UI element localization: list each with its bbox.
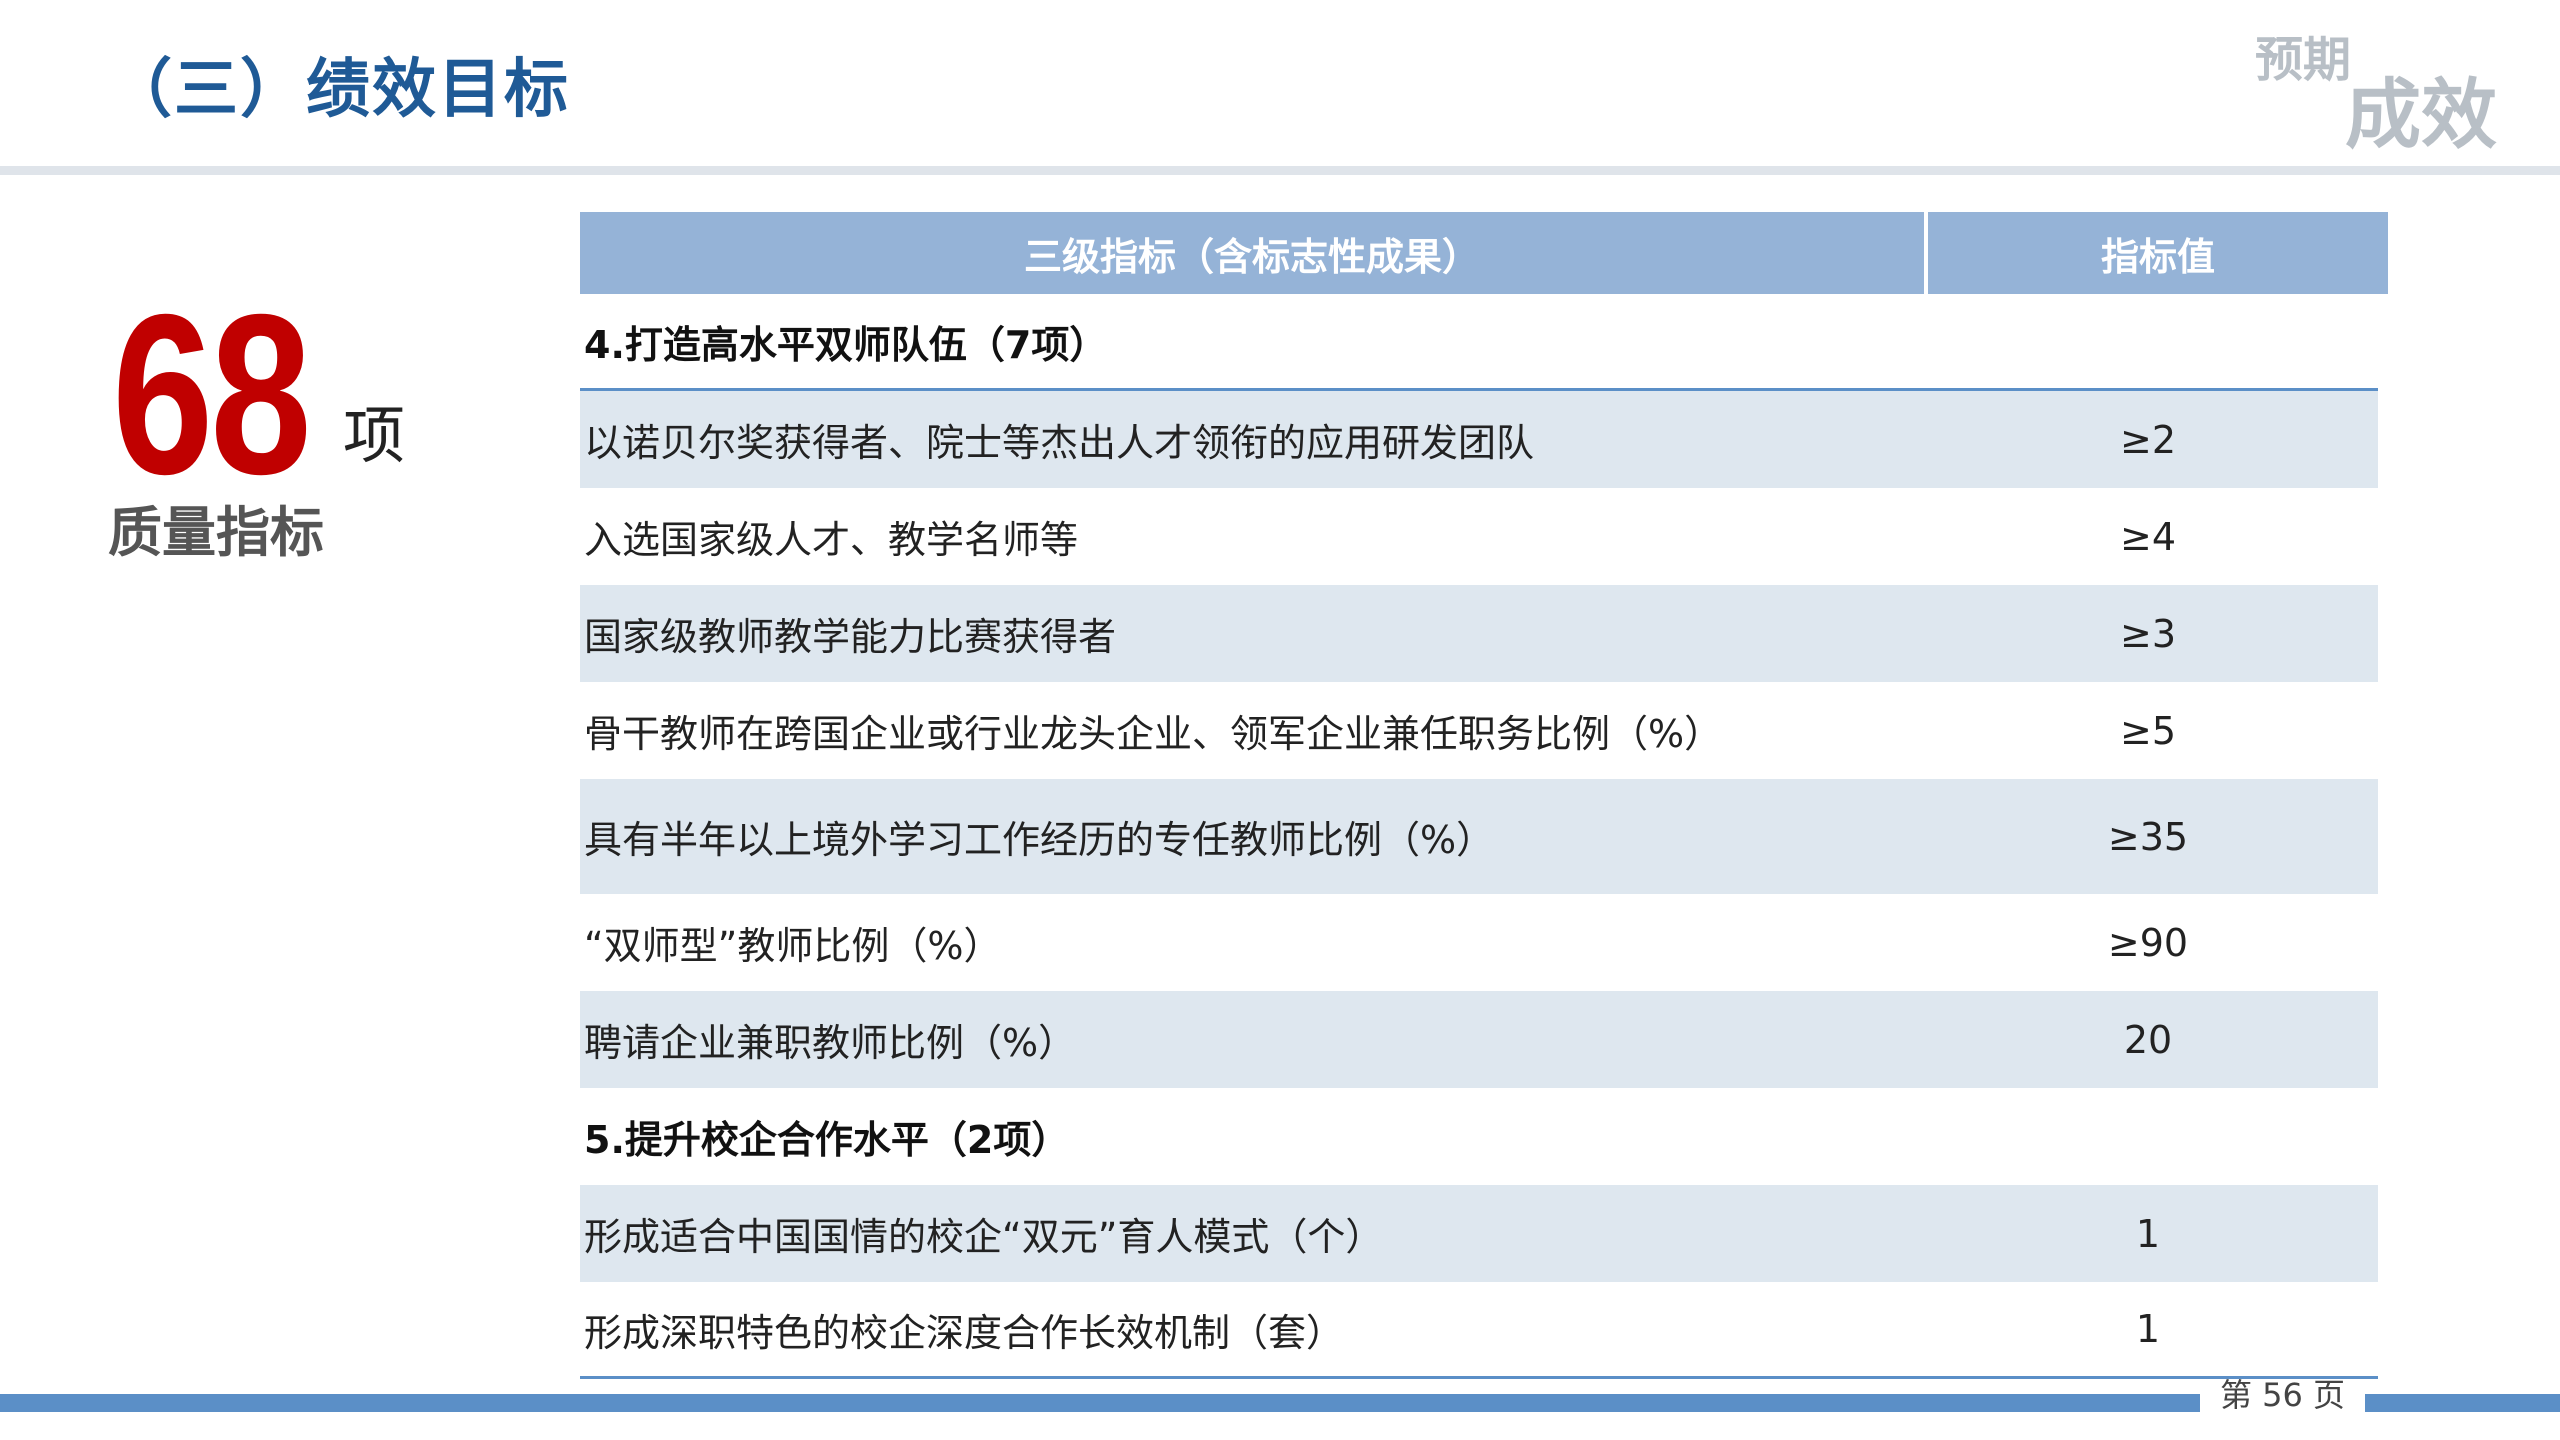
section-label: 5.提升校企合作水平（2项） [584,1118,1070,1162]
footer-bar [2365,1394,2560,1412]
table-row: 国家级教师教学能力比赛获得者 ≥3 [580,585,2378,682]
table-row: 具有半年以上境外学习工作经历的专任教师比例（%） ≥35 [580,779,2378,894]
title-divider [0,166,2560,175]
table-row: 以诺贝尔奖获得者、院士等杰出人才领衔的应用研发团队 ≥2 [580,391,2378,488]
row-value: 20 [2123,1017,2173,1062]
table-row: 形成深职特色的校企深度合作长效机制（套） 1 [580,1282,2378,1379]
row-value: ≥2 [2119,417,2177,462]
row-label: 形成适合中国国情的校企“双元”育人模式（个） [584,1215,1384,1259]
section-label: 4.打造高水平双师队伍（7项） [584,322,1108,367]
corner-label-small: 预期 [2255,32,2352,88]
table-row: 形成适合中国国情的校企“双元”育人模式（个） 1 [580,1185,2378,1282]
row-label: “双师型”教师比例（%） [584,924,1002,968]
row-value: 1 [2135,1307,2161,1351]
row-label: 骨干教师在跨国企业或行业龙头企业、领军企业兼任职务比例（%） [584,712,1723,756]
column-header-value: 指标值 [1928,212,2388,294]
row-label: 以诺贝尔奖获得者、院士等杰出人才领衔的应用研发团队 [584,421,1535,465]
row-value: ≥35 [2107,814,2189,859]
summary-unit: 项 [343,399,406,472]
table-header: 三级指标（含标志性成果） 指标值 [580,212,2388,294]
footer-bar [0,1394,2200,1412]
table-row: 骨干教师在跨国企业或行业龙头企业、领军企业兼任职务比例（%） ≥5 [580,682,2378,779]
row-label: 具有半年以上境外学习工作经历的专任教师比例（%） [584,818,1495,862]
row-label: 国家级教师教学能力比赛获得者 [584,615,1117,659]
column-header-indicator: 三级指标（含标志性成果） [580,212,1924,294]
row-label: 聘请企业兼职教师比例（%） [584,1021,1077,1065]
section-row: 5.提升校企合作水平（2项） [580,1088,2378,1185]
section-row: 4.打造高水平双师队伍（7项） [580,294,2378,391]
table-row: “双师型”教师比例（%） ≥90 [580,894,2378,991]
table-row: 聘请企业兼职教师比例（%） 20 [580,991,2378,1088]
summary-caption: 质量指标 [108,501,324,564]
page-number: 第 56 页 [2219,1376,2346,1414]
table-body: 4.打造高水平双师队伍（7项） 以诺贝尔奖获得者、院士等杰出人才领衔的应用研发团… [580,294,2378,1379]
corner-label-big: 成效 [2345,70,2497,159]
table-row: 入选国家级人才、教学名师等 ≥4 [580,488,2378,585]
row-value: ≥3 [2119,611,2177,656]
row-value: ≥4 [2119,514,2177,559]
page-title: （三）绩效目标 [108,53,570,127]
row-label: 入选国家级人才、教学名师等 [584,518,1079,562]
summary-number: 68 [112,268,312,522]
row-value: ≥5 [2119,708,2177,753]
row-value: 1 [2135,1211,2161,1256]
row-label: 形成深职特色的校企深度合作长效机制（套） [584,1310,1345,1355]
row-value: ≥90 [2107,920,2189,965]
